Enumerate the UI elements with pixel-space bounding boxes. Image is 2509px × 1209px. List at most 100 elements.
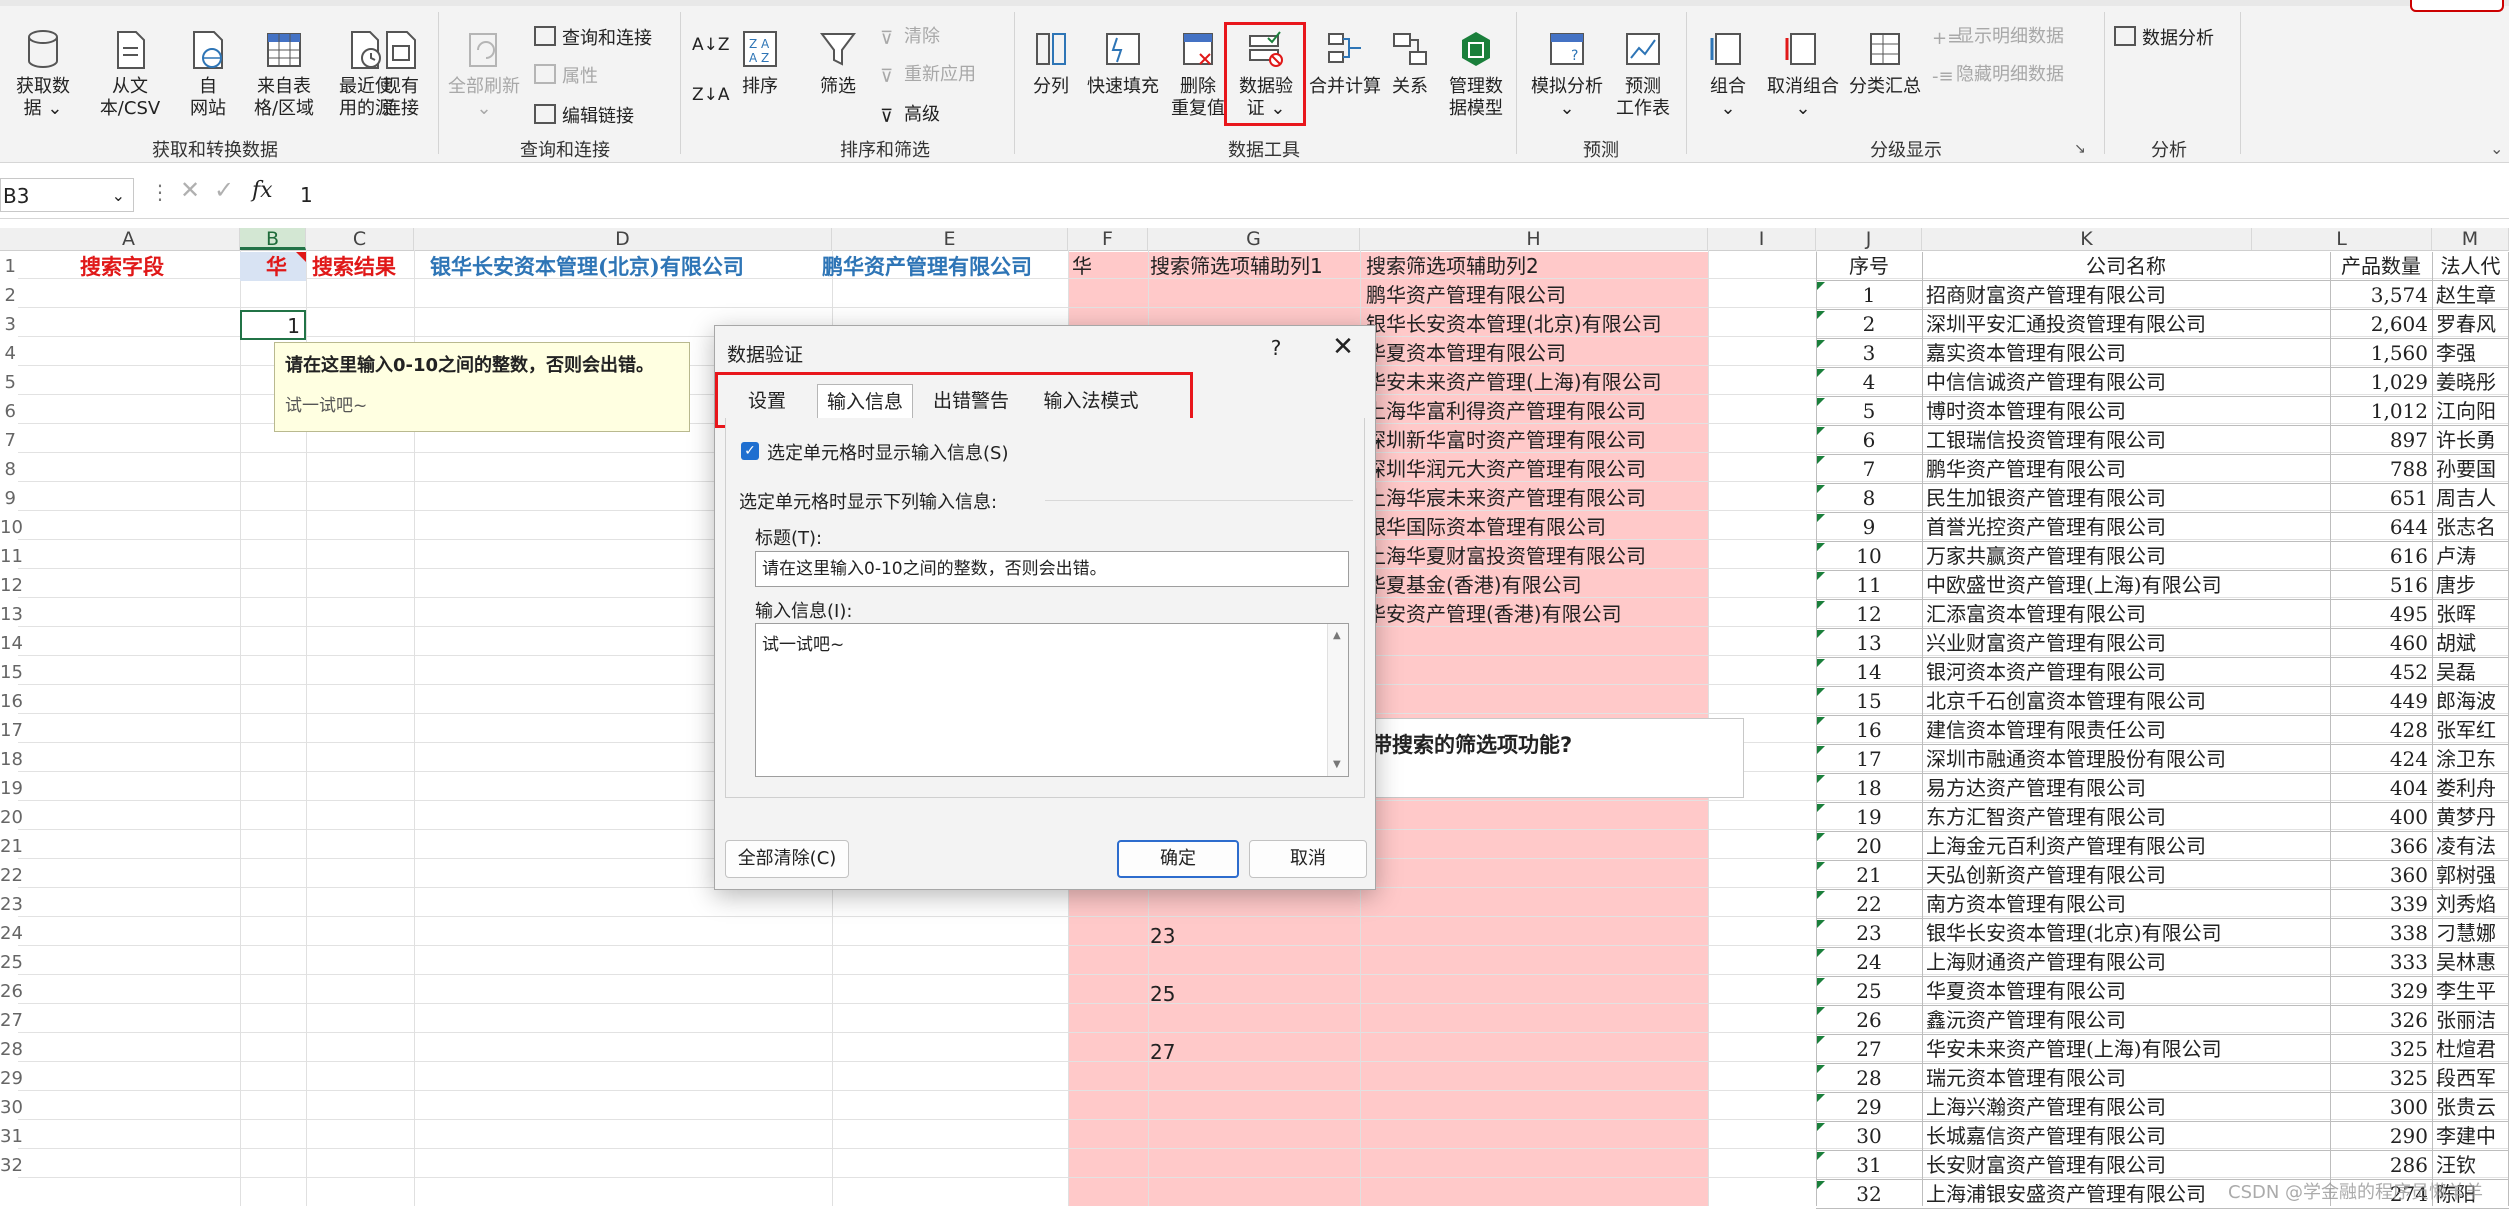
help-icon[interactable]: ? xyxy=(1261,336,1291,360)
column-header-l[interactable]: L xyxy=(2252,228,2432,250)
helper-list-item[interactable]: 上海华富利得资产管理有限公司 xyxy=(1366,397,1646,426)
column-header-a[interactable]: A xyxy=(18,228,240,250)
row-header[interactable]: 28 xyxy=(0,1039,23,1060)
column-header-d[interactable]: D xyxy=(414,228,832,250)
table-cell[interactable]: 刁慧娜 xyxy=(2432,919,2505,948)
cell-g-value[interactable]: 23 xyxy=(1150,922,1175,951)
row-header[interactable]: 3 xyxy=(0,314,16,335)
cell-d1[interactable]: 银华长安资本管理(北京)有限公司 xyxy=(430,252,744,281)
scroll-down-icon[interactable]: ▼ xyxy=(1333,759,1341,770)
row-header[interactable]: 19 xyxy=(0,778,23,799)
column-header-i[interactable]: I xyxy=(1708,228,1816,250)
table-cell[interactable]: 建信资本管理有限责任公司 xyxy=(1922,716,2326,745)
table-cell[interactable]: 1 xyxy=(1816,281,1918,310)
table-cell[interactable]: 7 xyxy=(1816,455,1918,484)
table-cell[interactable]: 897 xyxy=(2330,426,2428,455)
filter-button[interactable]: 筛选 xyxy=(810,28,866,98)
table-cell[interactable]: 1,012 xyxy=(2330,397,2428,426)
table-cell[interactable]: 9 xyxy=(1816,513,1918,542)
forecast-sheet-button[interactable]: 预测 工作表 xyxy=(1610,28,1676,120)
table-cell[interactable]: 290 xyxy=(2330,1122,2428,1151)
table-cell[interactable]: 杜煊君 xyxy=(2432,1035,2505,1064)
textarea-scrollbar[interactable]: ▲ ▼ xyxy=(1327,624,1348,776)
table-cell[interactable]: 鑫沅资产管理有限公司 xyxy=(1922,1006,2326,1035)
table-cell[interactable]: 424 xyxy=(2330,745,2428,774)
table-cell[interactable]: 616 xyxy=(2330,542,2428,571)
cancel-button[interactable]: 取消 xyxy=(1249,840,1367,878)
ungroup-button[interactable]: 取消组合 ⌄ xyxy=(1762,28,1844,120)
sort-ascending-button[interactable]: A↓Z xyxy=(692,34,730,56)
table-cell[interactable]: 吴林惠 xyxy=(2432,948,2505,977)
scroll-up-icon[interactable]: ▲ xyxy=(1333,630,1341,641)
table-cell[interactable]: 易方达资产管理有限公司 xyxy=(1922,774,2326,803)
close-icon[interactable]: ✕ xyxy=(1323,332,1363,362)
row-header[interactable]: 29 xyxy=(0,1068,23,1089)
table-cell[interactable]: 张丽洁 xyxy=(2432,1006,2505,1035)
group-button[interactable]: 组合 ⌄ xyxy=(1694,28,1762,120)
row-header[interactable]: 8 xyxy=(0,459,16,480)
helper-list-item[interactable]: 上海华宸未来资产管理有限公司 xyxy=(1366,484,1646,513)
table-cell[interactable]: 26 xyxy=(1816,1006,1918,1035)
table-cell[interactable]: 1,560 xyxy=(2330,339,2428,368)
hide-detail-button[interactable]: -≡ 隐藏明细数据 xyxy=(1932,64,2064,87)
table-cell[interactable]: 651 xyxy=(2330,484,2428,513)
cell-f1[interactable]: 华 xyxy=(1072,252,1092,281)
table-cell[interactable]: 万家共赢资产管理有限公司 xyxy=(1922,542,2326,571)
table-cell[interactable]: 娄利舟 xyxy=(2432,774,2505,803)
title-input[interactable]: 请在这里输入0-10之间的整数，否则会出错。 xyxy=(755,551,1349,587)
table-cell[interactable]: 上海金元百利资产管理有限公司 xyxy=(1922,832,2326,861)
column-header-e[interactable]: E xyxy=(832,228,1068,250)
table-cell[interactable]: 民生加银资产管理有限公司 xyxy=(1922,484,2326,513)
table-cell[interactable]: 15 xyxy=(1816,687,1918,716)
row-header[interactable]: 15 xyxy=(0,662,23,683)
row-header[interactable]: 4 xyxy=(0,343,16,364)
table-cell[interactable]: 5 xyxy=(1816,397,1918,426)
table-cell[interactable]: 长安财富资产管理有限公司 xyxy=(1922,1151,2326,1180)
table-cell[interactable]: 凌有法 xyxy=(2432,832,2505,861)
table-cell[interactable]: 1,029 xyxy=(2330,368,2428,397)
table-cell[interactable]: 449 xyxy=(2330,687,2428,716)
table-cell[interactable]: 10 xyxy=(1816,542,1918,571)
insert-function-icon[interactable]: fx xyxy=(252,178,273,203)
table-cell[interactable]: 李生平 xyxy=(2432,977,2505,1006)
get-data-button[interactable]: 获取数 据 ⌄ xyxy=(4,28,82,120)
from-table-range-button[interactable]: 来自表 格/区域 xyxy=(242,28,326,120)
table-cell[interactable]: 338 xyxy=(2330,919,2428,948)
table-header[interactable]: 法人代 xyxy=(2432,252,2505,281)
cell-c1[interactable]: 搜索结果 xyxy=(312,252,396,281)
table-header[interactable]: 产品数量 xyxy=(2330,252,2428,281)
manage-data-model-button[interactable]: 管理数 据模型 xyxy=(1436,28,1516,120)
helper-list-item[interactable]: 银华长安资本管理(北京)有限公司 xyxy=(1366,310,1662,339)
table-cell[interactable]: 21 xyxy=(1816,861,1918,890)
table-cell[interactable]: 333 xyxy=(2330,948,2428,977)
table-cell[interactable]: 涂卫东 xyxy=(2432,745,2505,774)
helper-list-item[interactable]: 华夏资本管理有限公司 xyxy=(1366,339,1566,368)
helper-list-item[interactable]: 深圳华润元大资产管理有限公司 xyxy=(1366,455,1646,484)
column-header-g[interactable]: G xyxy=(1148,228,1360,250)
properties-button[interactable]: 属性 xyxy=(534,64,598,88)
row-header[interactable]: 11 xyxy=(0,546,23,567)
table-cell[interactable]: 长城嘉信资产管理有限公司 xyxy=(1922,1122,2326,1151)
row-header[interactable]: 5 xyxy=(0,372,16,393)
table-cell[interactable]: 28 xyxy=(1816,1064,1918,1093)
relationships-button[interactable]: 关系 xyxy=(1382,28,1438,98)
selected-cell-b3[interactable]: 1 xyxy=(240,310,306,340)
table-cell[interactable]: 14 xyxy=(1816,658,1918,687)
table-cell[interactable]: 罗春风 xyxy=(2432,310,2505,339)
table-cell[interactable]: 516 xyxy=(2330,571,2428,600)
table-cell[interactable]: 北京千石创富资本管理有限公司 xyxy=(1922,687,2326,716)
column-header-m[interactable]: M xyxy=(2432,228,2509,250)
row-header[interactable]: 22 xyxy=(0,865,23,886)
cell-e1[interactable]: 鹏华资产管理有限公司 xyxy=(822,252,1032,281)
table-cell[interactable]: 周吉人 xyxy=(2432,484,2505,513)
table-cell[interactable]: 姜晓彤 xyxy=(2432,368,2505,397)
show-detail-button[interactable]: +≡显示明细数据 xyxy=(1932,26,2064,49)
row-header[interactable]: 32 xyxy=(0,1155,23,1176)
table-cell[interactable]: 400 xyxy=(2330,803,2428,832)
table-cell[interactable]: 赵生章 xyxy=(2432,281,2505,310)
table-cell[interactable]: 鹏华资产管理有限公司 xyxy=(1922,455,2326,484)
table-cell[interactable]: 325 xyxy=(2330,1064,2428,1093)
queries-connections-button[interactable]: 查询和连接 xyxy=(534,26,652,50)
table-cell[interactable]: 18 xyxy=(1816,774,1918,803)
table-cell[interactable]: 4 xyxy=(1816,368,1918,397)
